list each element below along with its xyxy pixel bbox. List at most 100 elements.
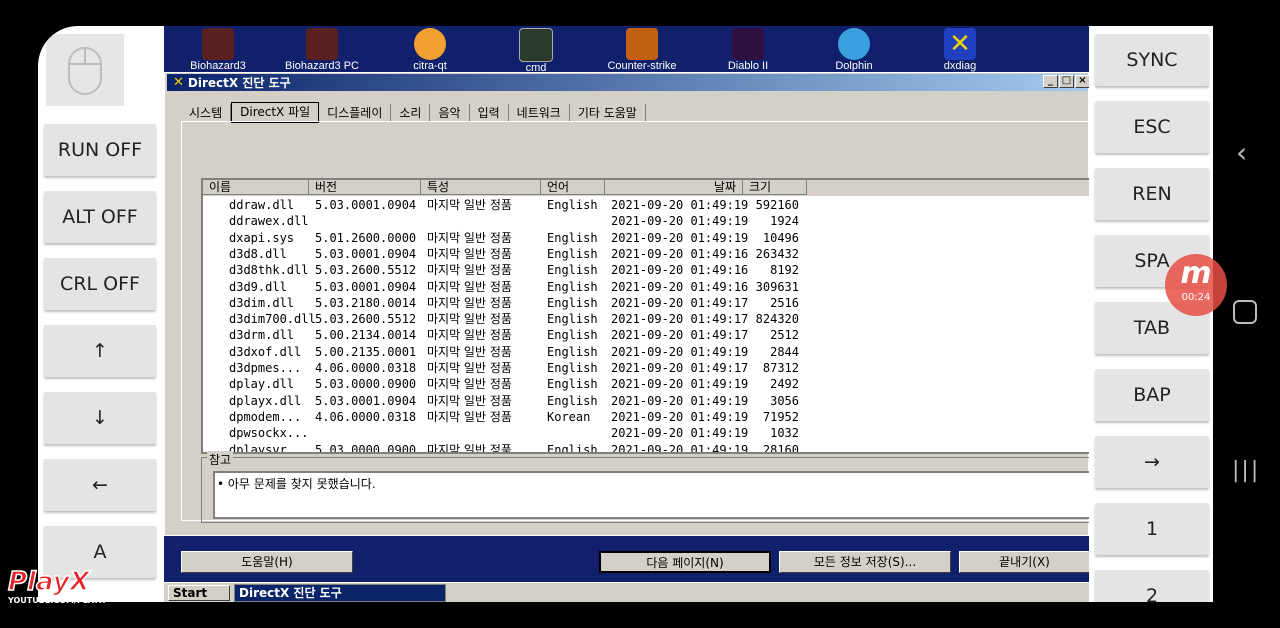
- file-cell-lang: English: [547, 344, 598, 359]
- start-button[interactable]: Start: [168, 585, 230, 601]
- file-cell-attr: 마지막 일반 정품: [427, 198, 512, 212]
- file-row[interactable]: d3dim700.dll 5.03.2600.5512 마지막 일반 정품 Engli…: [203, 311, 1089, 327]
- minimize-button[interactable]: _: [1043, 75, 1058, 88]
- desktop-icon-biohazard3[interactable]: Biohazard3: [170, 28, 266, 72]
- tab-directx-files[interactable]: DirectX 파일: [231, 102, 320, 123]
- file-row[interactable]: d3dim.dll 5.03.2180.0014 마지막 일반 정품 English 2…: [203, 295, 1089, 311]
- file-cell-size: 8192: [770, 263, 799, 278]
- file-row[interactable]: d3dpmes... 4.06.0000.0318 마지막 일반 정품 English…: [203, 360, 1089, 376]
- desktop-icon-citra[interactable]: citra-qt: [382, 28, 478, 72]
- key-2-button[interactable]: 2: [1095, 570, 1209, 602]
- file-row[interactable]: dplaysvr... 5.03.0000.0900 마지막 일반 정품 Englis…: [203, 442, 1089, 454]
- tab-display[interactable]: 디스플레이: [319, 104, 392, 122]
- file-list[interactable]: 이름 버전 특성 언어 날짜 크기 ddraw.dll 5.03.0001.090…: [201, 178, 1089, 454]
- column-size[interactable]: 크기: [743, 180, 807, 195]
- save-all-info-button[interactable]: 모든 정보 저장(S)...: [779, 551, 951, 573]
- tab-system[interactable]: 시스템: [181, 104, 232, 122]
- file-cell-name: dpmodem...: [229, 409, 302, 424]
- file-row[interactable]: ddraw.dll 5.03.0001.0904 마지막 일반 정품 English 2…: [203, 197, 1089, 213]
- key-1-button[interactable]: 1: [1095, 503, 1209, 555]
- arrow-right-button[interactable]: →: [1095, 436, 1209, 488]
- tab-more-help[interactable]: 기타 도움말: [569, 104, 646, 122]
- file-row[interactable]: dpwsockx... 2021-09-20 01:49:19 1032: [203, 425, 1089, 441]
- file-row[interactable]: d3dxof.dll 5.00.2135.0001 마지막 일반 정품 English…: [203, 344, 1089, 360]
- file-cell-date: 2021-09-20 01:49:19: [611, 198, 749, 212]
- next-page-button[interactable]: 다음 페이지(N): [599, 551, 771, 573]
- file-cell-attr: 마지막 일반 정품: [427, 442, 512, 454]
- file-row[interactable]: dplay.dll 5.03.0000.0900 마지막 일반 정품 English 2…: [203, 376, 1089, 392]
- file-row[interactable]: d3d8thk.dll 5.03.2600.5512 마지막 일반 정품 Englis…: [203, 262, 1089, 278]
- file-row[interactable]: d3d9.dll 5.03.0001.0904 마지막 일반 정품 English 20…: [203, 279, 1089, 295]
- file-cell-size: 263432: [755, 246, 799, 261]
- file-cell-size: 2516: [770, 295, 799, 310]
- file-cell-attr: 마지막 일반 정품: [427, 393, 512, 408]
- file-row[interactable]: dxapi.sys 5.01.2600.0000 마지막 일반 정품 English 2…: [203, 230, 1089, 246]
- file-cell-date: 2021-09-20 01:49:19: [611, 409, 749, 424]
- file-cell-size: 87312: [762, 361, 799, 375]
- column-date[interactable]: 날짜: [605, 180, 743, 195]
- emulated-desktop: Biohazard3 Biohazard3 PC citra-qt cmd Co…: [164, 26, 1089, 602]
- alt-toggle-button[interactable]: ALT OFF: [44, 191, 156, 243]
- file-cell-size: 2844: [770, 344, 799, 359]
- file-row[interactable]: dpmodem... 4.06.0000.0318 마지막 일반 정품 Korean 2…: [203, 409, 1089, 425]
- file-row[interactable]: ddrawex.dll 2021-09-20 01:49:19 1924: [203, 213, 1089, 229]
- ren-button[interactable]: REN: [1095, 168, 1209, 220]
- file-cell-name: d3d8thk.dll: [229, 263, 309, 278]
- file-cell-attr: 마지막 일반 정품: [427, 312, 512, 327]
- file-row[interactable]: dplayx.dll 5.03.0001.0904 마지막 일반 정품 English…: [203, 393, 1089, 409]
- file-cell-size: 592160: [755, 198, 799, 212]
- file-cell-size: 71952: [762, 409, 799, 424]
- desktop-icon-dolphin[interactable]: Dolphin: [806, 28, 902, 72]
- mouse-icon: [68, 47, 102, 95]
- file-row[interactable]: d3drm.dll 5.00.2134.0014 마지막 일반 정품 English 2…: [203, 327, 1089, 343]
- desktop-icon-diablo[interactable]: Diablo II: [700, 28, 796, 72]
- file-row[interactable]: d3d8.dll 5.03.0001.0904 마지막 일반 정품 English 20…: [203, 246, 1089, 262]
- arrow-left-button[interactable]: ←: [44, 459, 156, 511]
- home-nav-icon[interactable]: [1233, 300, 1257, 324]
- file-cell-date: 2021-09-20 01:49:17: [611, 312, 749, 327]
- mouse-toggle[interactable]: [46, 34, 124, 106]
- arrow-up-button[interactable]: ↑: [44, 325, 156, 377]
- desktop-icon-dxdiag[interactable]: ✕ dxdiag: [912, 28, 1008, 72]
- taskbar-dxdiag-item[interactable]: DirectX 진단 도구: [234, 584, 446, 602]
- file-cell-lang: English: [547, 230, 598, 245]
- file-cell-attr: 마지막 일반 정품: [427, 279, 512, 294]
- arrow-down-button[interactable]: ↓: [44, 392, 156, 444]
- help-button[interactable]: 도움말(H): [181, 551, 353, 573]
- maximize-button[interactable]: □: [1059, 75, 1074, 88]
- biohazard-icon: [202, 28, 234, 60]
- desktop-icon-cmd[interactable]: cmd: [488, 28, 584, 74]
- column-language[interactable]: 언어: [541, 180, 605, 195]
- desktop-icon-counter-strike[interactable]: Counter-strike: [594, 28, 690, 72]
- bap-button[interactable]: BAP: [1095, 369, 1209, 421]
- close-button[interactable]: ×: [1075, 75, 1089, 88]
- file-cell-version: 5.00.2135.0001: [315, 344, 417, 359]
- file-cell-date: 2021-09-20 01:49:19: [611, 393, 749, 408]
- run-toggle-button[interactable]: RUN OFF: [44, 124, 156, 176]
- ctrl-toggle-button[interactable]: CRL OFF: [44, 258, 156, 310]
- desktop-icon-biohazard3-pc[interactable]: Biohazard3 PC: [274, 28, 370, 72]
- tab-music[interactable]: 음악: [430, 104, 470, 122]
- file-cell-name: dplay.dll: [229, 377, 295, 392]
- esc-button[interactable]: ESC: [1095, 101, 1209, 153]
- file-cell-name: ddrawex.dll: [229, 214, 309, 229]
- file-cell-name: d3drm.dll: [229, 328, 295, 343]
- back-nav-icon[interactable]: ‹: [1236, 136, 1247, 169]
- column-name[interactable]: 이름: [203, 180, 309, 195]
- tab-input[interactable]: 입력: [469, 104, 509, 122]
- file-cell-date: 2021-09-20 01:49:16: [611, 246, 749, 261]
- column-version[interactable]: 버전: [309, 180, 421, 195]
- column-attributes[interactable]: 특성: [421, 180, 541, 195]
- file-cell-name: d3d8.dll: [229, 246, 287, 261]
- file-cell-attr: 마지막 일반 정품: [427, 409, 512, 424]
- file-cell-version: 5.03.0001.0904: [315, 198, 417, 212]
- file-cell-version: 5.01.2600.0000: [315, 230, 417, 245]
- tab-sound[interactable]: 소리: [391, 104, 431, 122]
- recents-nav-icon[interactable]: |||: [1232, 458, 1260, 483]
- exit-button[interactable]: 끝내기(X): [959, 551, 1089, 573]
- sync-button[interactable]: SYNC: [1095, 34, 1209, 86]
- window-titlebar[interactable]: ✕ DirectX 진단 도구 _ □ ×: [167, 74, 1089, 91]
- screen-recorder-badge[interactable]: m 00:24: [1165, 254, 1227, 316]
- file-cell-name: dpwsockx...: [229, 426, 309, 441]
- tab-network[interactable]: 네트워크: [508, 104, 570, 122]
